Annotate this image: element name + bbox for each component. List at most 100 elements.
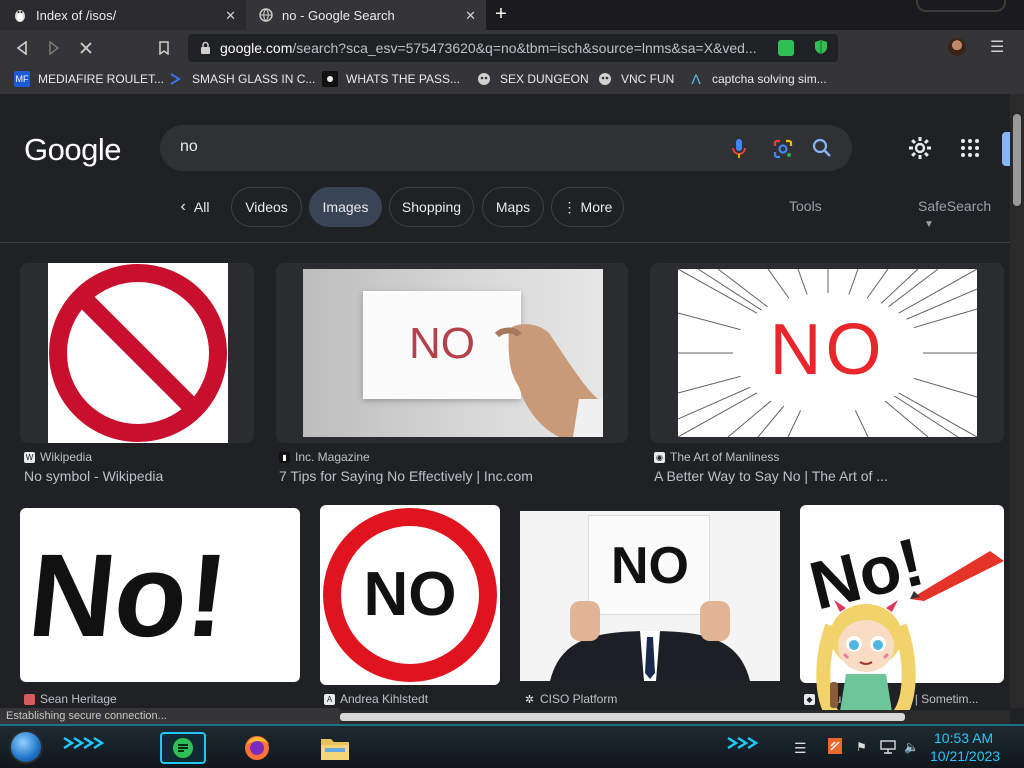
close-icon[interactable]: ✕	[225, 8, 236, 24]
result-source[interactable]: A Andrea Kihlstedt	[324, 692, 428, 706]
clock-date[interactable]: 10/21/2023	[930, 748, 1000, 764]
profile-avatar[interactable]	[948, 38, 966, 56]
chip-shopping[interactable]: Shopping	[389, 187, 474, 227]
scrollbar-thumb[interactable]	[1013, 114, 1021, 206]
hand-shape	[494, 324, 603, 437]
lock-icon[interactable]	[200, 41, 211, 60]
source-label: Inc. Magazine	[295, 450, 370, 464]
notification-app-icon[interactable]	[828, 738, 842, 757]
tab-title: Index of /isos/	[36, 7, 117, 23]
start-button[interactable]	[9, 730, 43, 764]
chip-label: Images	[322, 199, 369, 215]
tab-google-search[interactable]: no - Google Search ✕	[246, 0, 486, 30]
red-pencil	[910, 551, 1004, 601]
chip-maps[interactable]: Maps	[482, 187, 544, 227]
taskbar-notes-app[interactable]	[160, 732, 206, 764]
chip-videos[interactable]: Videos	[231, 187, 302, 227]
hand-no-card-image: NO	[303, 269, 603, 437]
chip-more[interactable]: ⋮ More	[551, 187, 624, 227]
result-title[interactable]: 7 Tips for Saying No Effectively | Inc.c…	[279, 468, 533, 484]
gear-site-icon: ✲	[524, 693, 535, 706]
cartoon-girl-sticker	[816, 600, 916, 724]
volume-icon[interactable]: 🔈	[904, 740, 919, 754]
taskbar-firefox[interactable]	[240, 732, 274, 764]
result-source[interactable]: ▮ Inc. Magazine	[279, 450, 370, 464]
network-icon[interactable]	[880, 740, 896, 757]
taskbar-decoration	[63, 736, 105, 750]
bookmark-icon[interactable]	[154, 38, 174, 58]
menu-icon[interactable]: ☰	[990, 37, 1004, 57]
result-title[interactable]: No symbol - Wikipedia	[24, 468, 163, 484]
tab-index-isos[interactable]: Index of /isos/ ✕	[0, 0, 246, 30]
back-icon[interactable]	[12, 38, 32, 58]
forward-icon[interactable]	[44, 38, 64, 58]
google-lens-icon[interactable]	[772, 138, 794, 165]
address-bar[interactable]: google.com/search?sca_esv=575473620&q=no…	[188, 34, 838, 62]
image-thumbnail-card[interactable]	[20, 263, 254, 443]
taskbar-file-explorer[interactable]	[318, 732, 352, 764]
url-path: /search?sca_esv=575473620&q=no&tbm=isch&…	[292, 40, 757, 56]
new-tab-button[interactable]: +	[490, 4, 512, 25]
chip-label: All	[193, 199, 210, 215]
tab-title: no - Google Search	[282, 7, 395, 23]
bookmark-label: SEX DUNGEON	[500, 72, 589, 86]
robot-icon	[476, 71, 492, 87]
bookmark-item[interactable]: WHATS THE PASS...	[322, 71, 460, 87]
bookmark-label: MEDIAFIRE ROULET...	[38, 72, 165, 86]
apps-grid-icon[interactable]	[960, 138, 980, 163]
bookmark-item[interactable]: VNC FUN	[597, 71, 674, 87]
inc-icon: ▮	[279, 451, 290, 463]
extension-shield-icon[interactable]	[814, 39, 828, 60]
bookmark-item[interactable]: MF MEDIAFIRE ROULET...	[14, 71, 164, 87]
result-source[interactable]: Sean Heritage	[24, 692, 117, 706]
firefox-icon	[245, 736, 269, 760]
bookmark-item[interactable]: SEX DUNGEON	[476, 71, 589, 87]
site-icon: ◆	[804, 693, 815, 705]
menu-tray-icon[interactable]: ☰	[794, 740, 807, 757]
extension-note-icon[interactable]	[778, 40, 794, 56]
bookmark-item[interactable]: Λ captcha solving sim...	[688, 71, 826, 87]
result-source[interactable]: W Wikipedia	[24, 450, 92, 464]
bookmarks-bar: MF MEDIAFIRE ROULET... SMASH GLASS IN C.…	[0, 66, 1024, 94]
chip-label: Shopping	[401, 199, 462, 215]
microphone-icon[interactable]	[730, 138, 748, 165]
chip-label: Videos	[245, 199, 288, 215]
image-thumbnail-card[interactable]: NO	[650, 263, 1004, 443]
result-source[interactable]: ◉ The Art of Manliness	[654, 450, 779, 464]
caret-down-icon: ▼	[924, 219, 934, 230]
search-input[interactable]: no	[160, 125, 852, 171]
chip-all[interactable]: ‹ All	[168, 187, 222, 227]
navigation-bar: google.com/search?sca_esv=575473620&q=no…	[0, 30, 1024, 66]
image-text: NO	[363, 560, 457, 629]
no-sign: NO	[588, 515, 710, 615]
horizontal-scrollbar[interactable]	[340, 710, 1010, 724]
flag-icon[interactable]: ⚑	[856, 740, 867, 754]
no-circle-image[interactable]: NO	[320, 505, 500, 685]
chip-images[interactable]: Images	[309, 187, 382, 227]
google-logo[interactable]: Google	[24, 132, 121, 168]
image-thumbnail-card[interactable]: NO	[276, 263, 628, 443]
art-of-manliness-icon: ◉	[654, 451, 665, 463]
close-icon[interactable]: ✕	[465, 8, 476, 24]
businessman-no-sign-image[interactable]: NO	[520, 511, 780, 681]
gear-icon[interactable]	[908, 136, 932, 165]
tab-strip: Index of /isos/ ✕ no - Google Search ✕ +	[0, 0, 1024, 30]
result-title[interactable]: A Better Way to Say No | The Art of ...	[654, 468, 888, 484]
bookmark-item[interactable]: SMASH GLASS IN C...	[168, 71, 315, 87]
stop-loading-icon[interactable]	[76, 38, 96, 58]
vertical-scrollbar[interactable]	[1010, 94, 1024, 708]
scrollbar-thumb[interactable]	[340, 713, 905, 721]
search-query[interactable]: no	[180, 138, 198, 156]
search-icon[interactable]	[812, 138, 832, 163]
safesearch-dropdown[interactable]: SafeSearch ▼	[918, 198, 1010, 230]
sign-in-button[interactable]	[1002, 132, 1010, 166]
bookmark-label: WHATS THE PASS...	[346, 72, 461, 86]
bookmark-label: VNC FUN	[621, 72, 675, 86]
globe-icon	[258, 7, 274, 23]
url-text[interactable]: google.com/search?sca_esv=575473620&q=no…	[220, 40, 760, 56]
tools-button[interactable]: Tools	[789, 198, 822, 214]
no-exclaim-image[interactable]: No!	[20, 508, 300, 682]
window-frame-decoration	[916, 0, 1006, 12]
clock-time[interactable]: 10:53 AM	[934, 730, 993, 746]
result-source[interactable]: ✲ CISO Platform	[524, 692, 617, 706]
